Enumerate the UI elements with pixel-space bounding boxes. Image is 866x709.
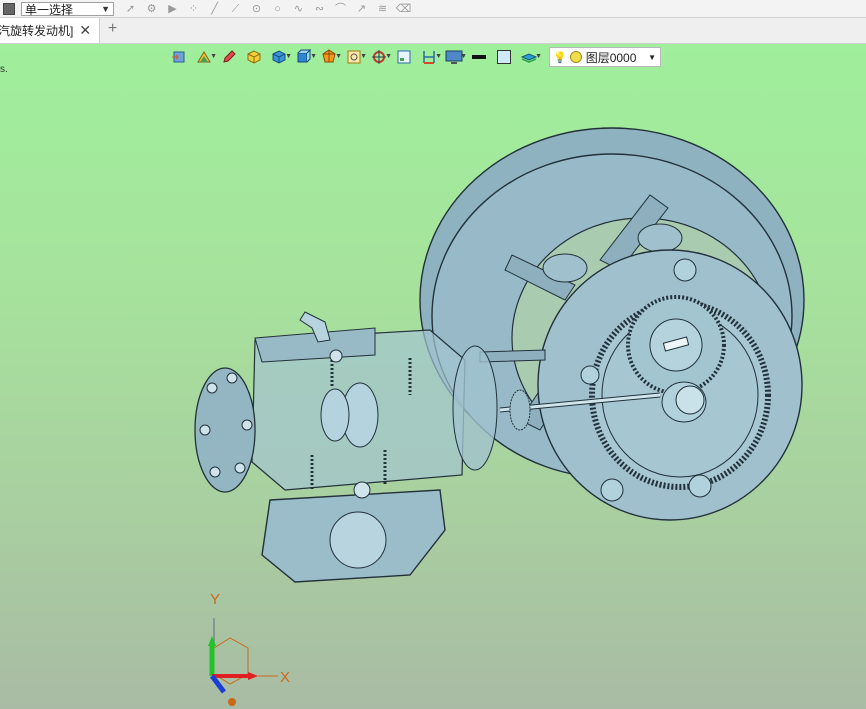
hub-roller — [637, 223, 683, 253]
curve-icon[interactable]: ∿ — [290, 2, 307, 16]
x-axis-label: X — [280, 669, 290, 686]
points-icon[interactable]: ⁘ — [185, 2, 202, 16]
bolt — [688, 474, 712, 498]
z-axis-blue — [210, 674, 226, 694]
selection-mode-dropdown[interactable]: 单一选择 ▼ — [21, 1, 114, 17]
document-tabbar: 汽旋转发动机] ✕ + — [0, 18, 866, 44]
screw-head — [675, 385, 705, 415]
tab-document-label: 汽旋转发动机] — [0, 24, 74, 38]
hub-roller — [542, 253, 588, 283]
line-icon[interactable]: ╱ — [206, 2, 223, 16]
y-arrow-head — [208, 636, 216, 646]
end-flange — [452, 345, 498, 471]
screw — [329, 349, 343, 363]
coupling — [509, 389, 531, 431]
pick-filter-icon[interactable]: ⚙ — [143, 2, 160, 16]
circle-point-icon[interactable]: ⊙ — [248, 2, 265, 16]
arc-icon[interactable]: ⌒ — [332, 2, 349, 16]
stack-icon[interactable]: ≋ — [374, 2, 391, 16]
selection-mode-value: 单一选择 — [25, 2, 74, 17]
bolt — [673, 258, 697, 282]
bolt — [600, 478, 624, 502]
line-point-icon[interactable]: ⟋ — [227, 2, 244, 16]
screw — [353, 481, 371, 499]
sketch-tools: ➚ ⚙ ▶ ⁘ ╱ ⟋ ⊙ ○ ∿ ∾ ⌒ ↗ ≋ ⌫ — [122, 2, 412, 16]
chevron-down-icon: ▼ — [101, 3, 110, 14]
engine-model[interactable] — [0, 44, 866, 709]
z-axis-marker — [228, 698, 236, 706]
y-axis-label: Y — [210, 592, 220, 608]
circle-icon[interactable]: ○ — [269, 2, 286, 16]
stop-icon[interactable] — [3, 2, 15, 15]
quick-toolbar: 单一选择 ▼ ➚ ⚙ ▶ ⁘ ╱ ⟋ ⊙ ○ ∿ ∾ ⌒ ↗ ≋ ⌫ — [0, 0, 866, 18]
tab-document[interactable]: 汽旋转发动机] ✕ — [0, 18, 100, 43]
x-arrow-head — [248, 672, 258, 680]
pick-arrow-icon[interactable]: ➚ — [122, 2, 139, 16]
base-bore — [329, 511, 387, 569]
arrow-line-icon[interactable]: ↗ — [353, 2, 370, 16]
3d-viewport[interactable]: s. ▼ ▼ ▼ ▼ ▼ ▼ ▼ ▼ ▼ 💡 图层0000 ▼ Y X — [0, 44, 866, 709]
spline-icon[interactable]: ∾ — [311, 2, 328, 16]
piston — [320, 388, 350, 442]
add-tab-icon[interactable]: + — [108, 20, 117, 38]
frame-rail — [479, 349, 546, 363]
eraser-icon[interactable]: ⌫ — [395, 2, 412, 16]
bolt — [580, 365, 600, 385]
axis-triad: Y X — [190, 591, 300, 709]
play-icon[interactable]: ▶ — [164, 2, 181, 16]
close-icon[interactable]: ✕ — [79, 22, 91, 39]
